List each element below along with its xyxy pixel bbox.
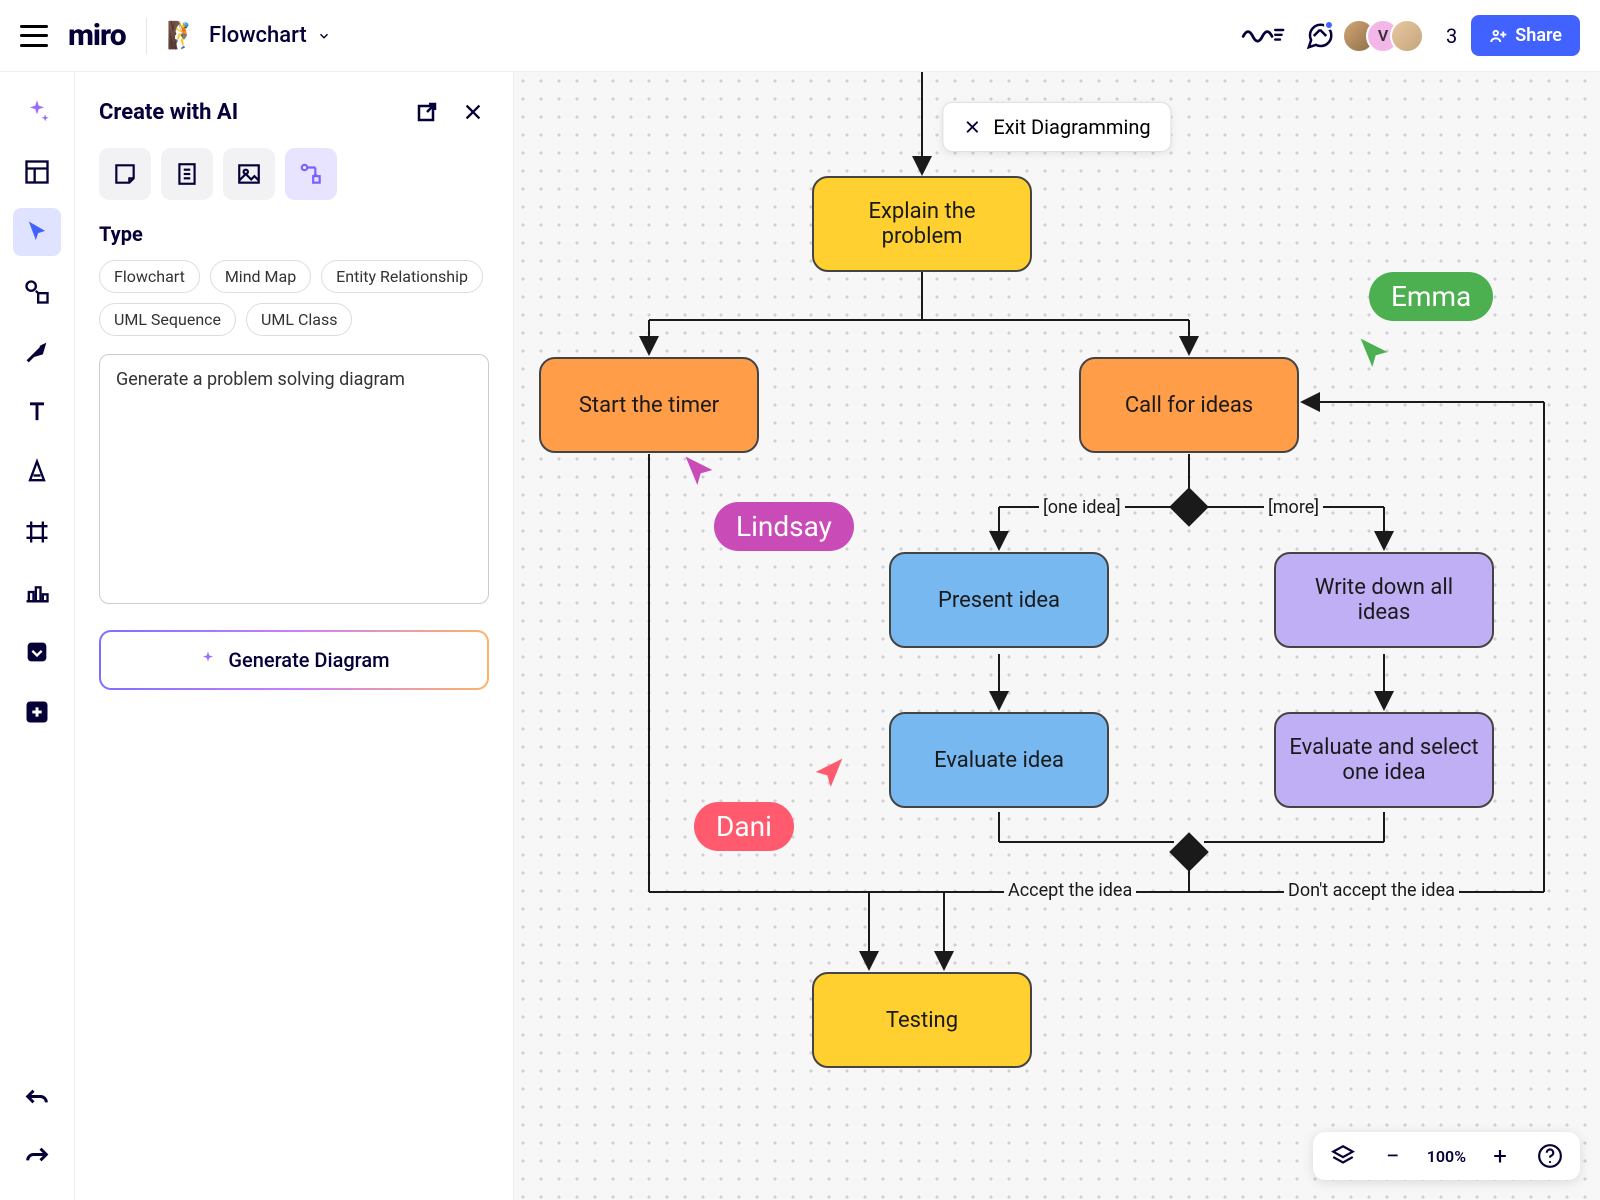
chart-icon[interactable] (13, 568, 61, 616)
decision-diamond[interactable] (1169, 487, 1209, 527)
document-tab[interactable] (161, 148, 213, 200)
sticky-note-tab[interactable] (99, 148, 151, 200)
board-title-dropdown[interactable]: 🧗 Flowchart (167, 21, 331, 51)
node-explain-problem[interactable]: Explain the problem (812, 176, 1032, 272)
tool-rail (0, 72, 74, 1200)
decision-diamond[interactable] (1169, 832, 1209, 872)
edge-label-dont-accept: Don't accept the idea (1284, 880, 1459, 901)
menu-icon[interactable] (20, 25, 48, 47)
cursor-emma (1354, 332, 1394, 376)
text-icon[interactable] (13, 388, 61, 436)
notification-dot (1324, 20, 1334, 30)
edge-label-accept: Accept the idea (1004, 880, 1136, 901)
board-emoji: 🧗 (167, 21, 199, 51)
select-icon[interactable] (13, 208, 61, 256)
zoom-in-icon[interactable]: + (1484, 1140, 1516, 1172)
pen-icon[interactable] (13, 448, 61, 496)
presence-avatars[interactable]: V (1352, 19, 1424, 53)
node-present-idea[interactable]: Present idea (889, 552, 1109, 648)
share-label: Share (1515, 25, 1562, 46)
cursor-lindsay (679, 450, 719, 494)
board-title: Flowchart (209, 23, 307, 48)
node-evaluate-idea[interactable]: Evaluate idea (889, 712, 1109, 808)
cursor-dani (809, 752, 849, 796)
node-call-for-ideas[interactable]: Call for ideas (1079, 357, 1299, 453)
help-icon[interactable] (1534, 1140, 1566, 1172)
exit-label: Exit Diagramming (993, 115, 1150, 139)
node-testing[interactable]: Testing (812, 972, 1032, 1068)
templates-icon[interactable] (13, 148, 61, 196)
frame-icon[interactable] (13, 508, 61, 556)
panel-title: Create with AI (99, 100, 238, 125)
miro-logo: miro (68, 18, 126, 53)
image-tab[interactable] (223, 148, 275, 200)
type-heading: Type (99, 222, 489, 246)
chip-uml-sequence[interactable]: UML Sequence (99, 303, 236, 336)
avatar (1390, 19, 1424, 53)
top-header: miro 🧗 Flowchart V 3 Share (0, 0, 1600, 72)
edge-label-one-idea: [one idea] (1039, 497, 1125, 518)
open-external-icon[interactable] (411, 96, 443, 128)
share-button[interactable]: Share (1471, 15, 1580, 56)
diagram-tab[interactable] (285, 148, 337, 200)
chip-mindmap[interactable]: Mind Map (210, 260, 311, 293)
zoom-percent: 100% (1427, 1147, 1466, 1166)
content-type-tabs (99, 148, 489, 200)
arrow-icon[interactable] (13, 328, 61, 376)
ai-sparkle-icon[interactable] (13, 88, 61, 136)
collaborator-lindsay: Lindsay (714, 502, 854, 551)
node-evaluate-select[interactable]: Evaluate and select one idea (1274, 712, 1494, 808)
chip-uml-class[interactable]: UML Class (246, 303, 352, 336)
edge-label-more: [more] (1264, 497, 1323, 518)
undo-icon[interactable] (13, 1076, 61, 1124)
node-write-down-ideas[interactable]: Write down all ideas (1274, 552, 1494, 648)
presence-count: 3 (1446, 24, 1457, 48)
redo-icon[interactable] (13, 1134, 61, 1182)
zoom-controls: − 100% + (1313, 1132, 1580, 1180)
node-start-timer[interactable]: Start the timer (539, 357, 759, 453)
comments-icon[interactable] (1302, 18, 1338, 54)
canvas[interactable]: Exit Diagramming (514, 72, 1600, 1200)
generate-diagram-button[interactable]: Generate Diagram (99, 630, 489, 690)
collaborator-emma: Emma (1369, 272, 1493, 321)
layers-icon[interactable] (1327, 1140, 1359, 1172)
apps-icon[interactable] (13, 628, 61, 676)
zoom-out-icon[interactable]: − (1377, 1140, 1409, 1172)
chip-entity-relationship[interactable]: Entity Relationship (321, 260, 483, 293)
divider (146, 18, 147, 54)
reactions-icon[interactable] (1240, 18, 1288, 54)
chip-flowchart[interactable]: Flowchart (99, 260, 200, 293)
exit-diagramming-button[interactable]: Exit Diagramming (942, 102, 1171, 152)
shapes-icon[interactable] (13, 268, 61, 316)
generate-label: Generate Diagram (228, 648, 389, 672)
chevron-down-icon (317, 29, 331, 43)
close-icon[interactable] (457, 96, 489, 128)
create-with-ai-panel: Create with AI Type Flowchart Mind Map E… (74, 72, 514, 1200)
collaborator-dani: Dani (694, 802, 794, 851)
prompt-textarea[interactable] (99, 354, 489, 604)
add-tool-icon[interactable] (13, 688, 61, 736)
